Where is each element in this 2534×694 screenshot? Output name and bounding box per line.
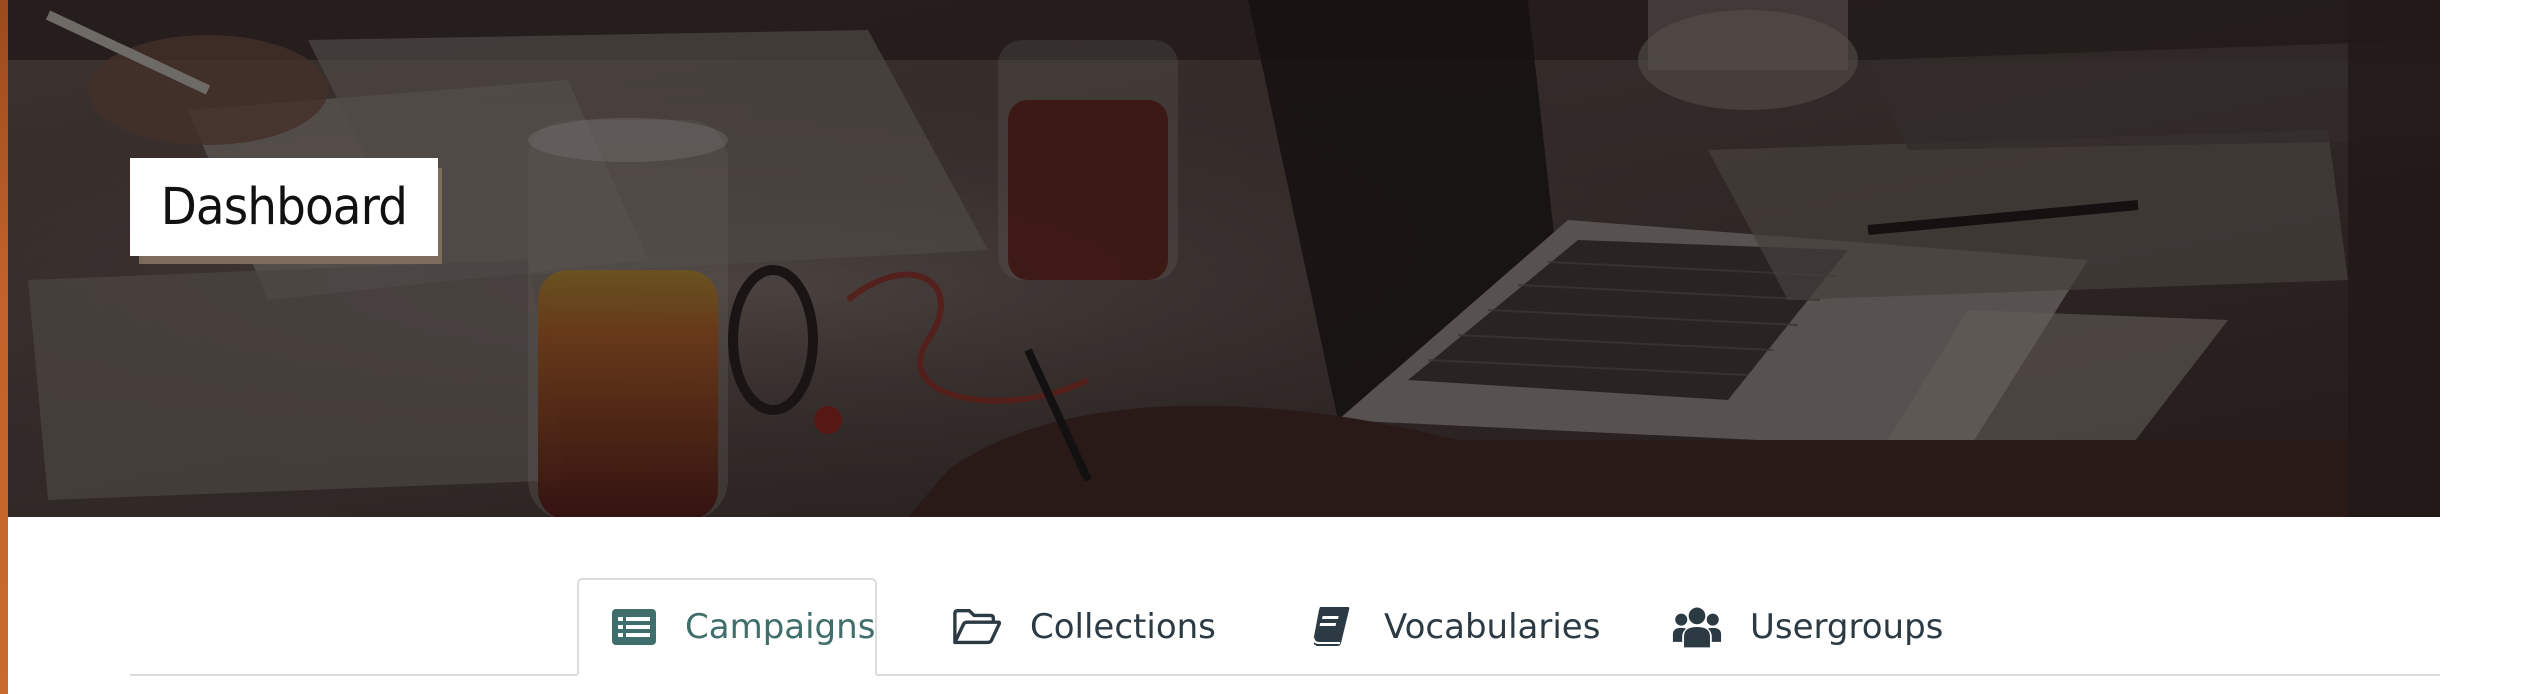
right-margin [2440,0,2534,694]
dashboard-tabs: Campaigns Collections Vocabularies Userg… [130,560,2440,676]
tab-usergroups[interactable]: Usergroups [1672,578,1943,676]
list-alt-icon [611,605,657,649]
page-title: Dashboard [160,177,408,237]
tabs-underline [130,674,2440,676]
tab-collections-label: Collections [1030,607,1216,647]
tab-usergroups-label: Usergroups [1750,607,1944,647]
users-icon [1672,605,1722,649]
window-left-edge [0,0,8,694]
dashboard-page: Dashboard Campaigns Collections Vocabula… [0,0,2534,694]
book-icon [1306,605,1356,649]
tab-vocabularies-label: Vocabularies [1384,607,1601,647]
tab-campaigns[interactable]: Campaigns [577,578,877,676]
tab-campaigns-label: Campaigns [685,607,876,647]
tab-collections[interactable]: Collections [952,578,1216,676]
folder-open-icon [952,605,1002,649]
page-title-box: Dashboard [130,158,438,256]
tab-vocabularies[interactable]: Vocabularies [1306,578,1600,676]
